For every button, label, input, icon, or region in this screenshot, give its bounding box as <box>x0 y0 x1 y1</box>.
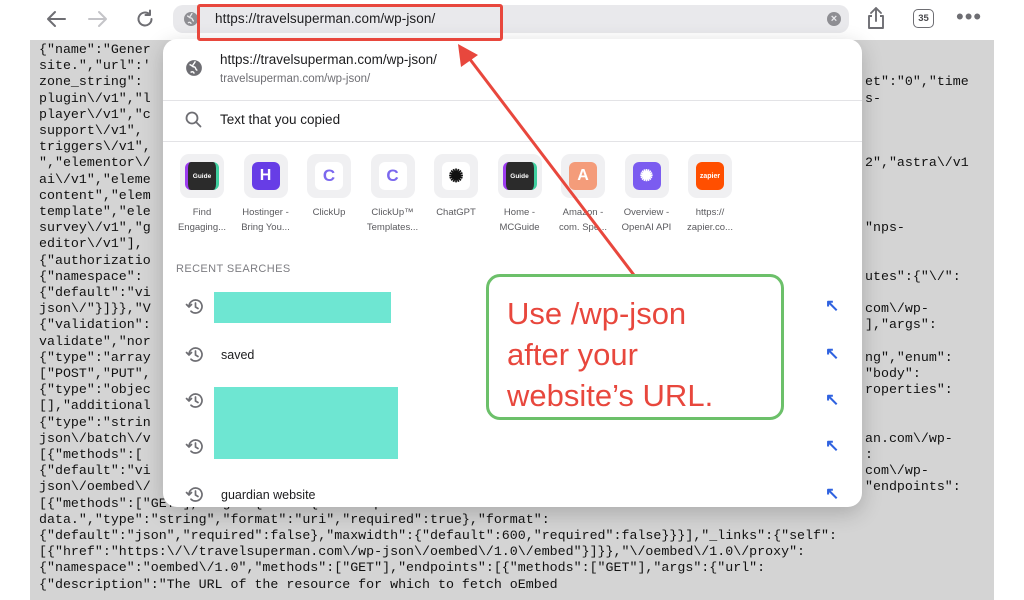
callout-text: Use /wp-json after your website’s URL. <box>507 296 714 413</box>
instruction-callout: Use /wp-json after your website’s URL. <box>486 274 784 420</box>
